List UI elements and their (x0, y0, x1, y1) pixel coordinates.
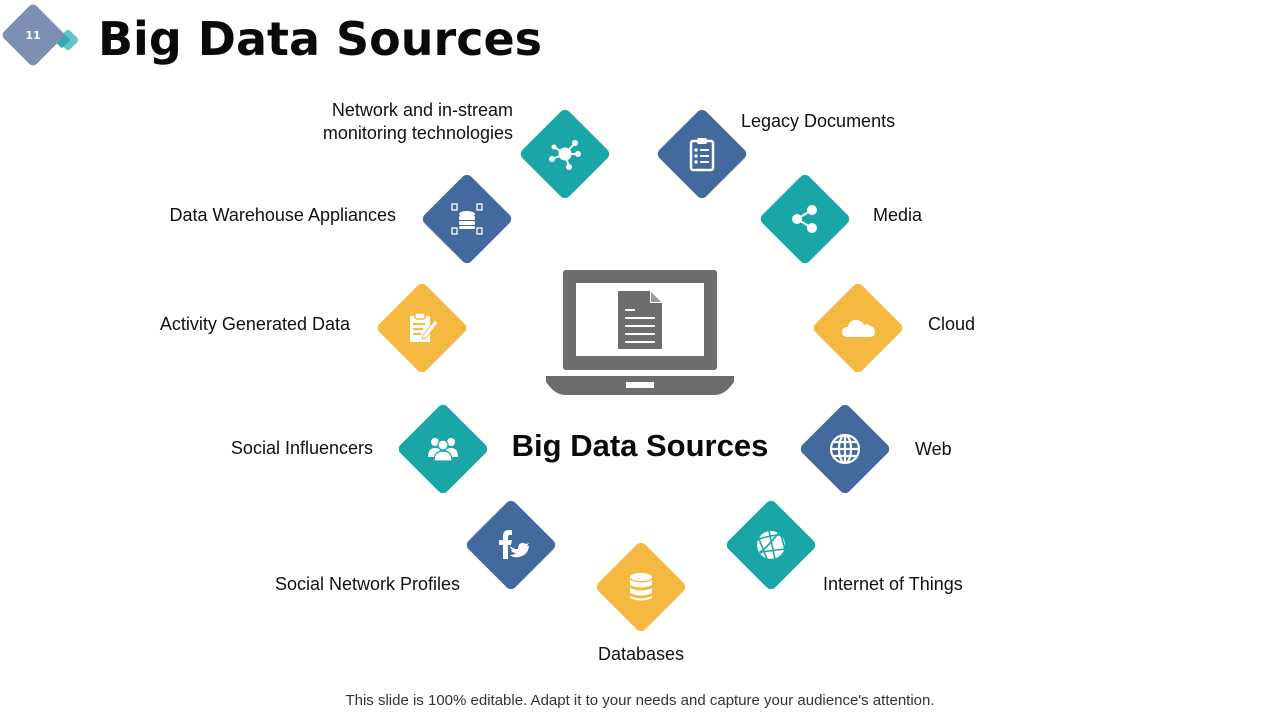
source-internet-of-things (724, 498, 818, 592)
slide-number-badge: 11 (0, 2, 80, 68)
database-servers-icon (451, 203, 483, 235)
source-network-monitoring (518, 107, 612, 201)
source-label-social-profiles: Social Network Profiles (274, 574, 460, 594)
clipboard-edit-icon (410, 312, 439, 342)
users-group-icon (428, 438, 458, 462)
source-social-network-profiles (464, 498, 558, 592)
source-data-warehouse (420, 172, 514, 266)
source-label-databases: Databases (597, 644, 685, 664)
source-databases (594, 540, 688, 634)
database-icon (630, 573, 652, 601)
source-label-media: Media (873, 205, 923, 225)
page-title: Big Data Sources (98, 12, 543, 66)
slide-number: 11 (25, 28, 41, 42)
source-label-network: Network and in-stream monitoring technol… (300, 99, 513, 145)
source-activity-data (375, 281, 469, 375)
source-label-web: Web (915, 439, 952, 459)
label-line-2: monitoring technologies (322, 123, 513, 143)
source-cloud (811, 281, 905, 375)
share-icon (792, 205, 817, 233)
center-title: Big Data Sources (511, 428, 769, 463)
source-label-iot: Internet of Things (823, 574, 963, 594)
source-label-influencers: Social Influencers (230, 438, 373, 458)
network-hub-icon (549, 140, 581, 170)
source-legacy-documents (655, 107, 749, 201)
source-web (798, 402, 892, 496)
source-label-legacy: Legacy Documents (741, 111, 896, 131)
footer-note: This slide is 100% editable. Adapt it to… (345, 692, 935, 709)
source-label-warehouse: Data Warehouse Appliances (169, 205, 396, 225)
facebook-twitter-icon (499, 530, 529, 559)
source-label-cloud: Cloud (928, 314, 976, 334)
label-line-1: Network and in-stream (331, 100, 513, 120)
laptop-document-icon (546, 270, 734, 395)
source-label-activity: Activity Generated Data (159, 314, 350, 334)
iot-globe-icon (757, 530, 787, 560)
source-media (758, 172, 852, 266)
source-social-influencers (396, 402, 490, 496)
clipboard-list-icon (689, 138, 715, 172)
cloud-icon (842, 320, 875, 337)
globe-icon (829, 433, 861, 465)
